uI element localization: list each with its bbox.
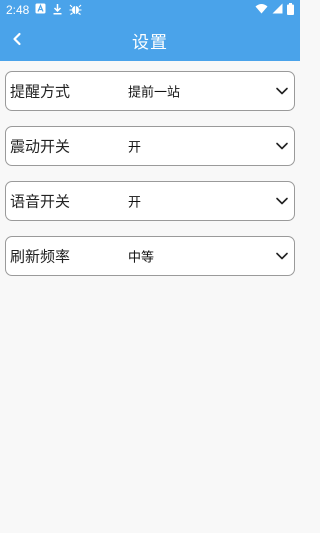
battery-icon bbox=[287, 2, 294, 18]
chevron-down-icon bbox=[274, 138, 290, 154]
status-left: 2:48 bbox=[6, 3, 82, 18]
app-bar: 设置 bbox=[0, 20, 300, 61]
signal-icon bbox=[272, 3, 283, 17]
status-bar: 2:48 bbox=[0, 0, 300, 20]
chevron-down-icon bbox=[274, 83, 290, 99]
setting-label: 刷新频率 bbox=[10, 247, 71, 266]
bug-icon bbox=[69, 3, 82, 18]
download-icon bbox=[52, 3, 63, 18]
chevron-down-icon bbox=[274, 193, 290, 209]
setting-value: 开 bbox=[128, 195, 142, 211]
setting-label: 语音开关 bbox=[10, 192, 71, 211]
page-title: 设置 bbox=[132, 33, 168, 53]
setting-row-reminder-mode[interactable]: 提醒方式 提前一站 bbox=[5, 71, 295, 111]
setting-label: 提醒方式 bbox=[10, 82, 71, 101]
chevron-down-icon bbox=[274, 248, 290, 264]
setting-row-refresh-rate[interactable]: 刷新频率 中等 bbox=[5, 236, 295, 276]
back-button[interactable] bbox=[6, 26, 28, 54]
setting-row-vibration[interactable]: 震动开关 开 bbox=[5, 126, 295, 166]
status-right bbox=[255, 2, 294, 18]
setting-row-voice[interactable]: 语音开关 开 bbox=[5, 181, 295, 221]
setting-label: 震动开关 bbox=[10, 137, 71, 156]
wifi-icon bbox=[255, 3, 268, 17]
setting-value: 提前一站 bbox=[128, 85, 181, 101]
setting-value: 中等 bbox=[128, 250, 155, 266]
status-time: 2:48 bbox=[6, 3, 30, 17]
chevron-left-icon bbox=[11, 31, 23, 50]
a-icon bbox=[35, 3, 46, 17]
settings-list: 提醒方式 提前一站 震动开关 开 语音开关 开 刷新频率 中等 bbox=[0, 61, 300, 533]
setting-value: 开 bbox=[128, 140, 142, 156]
